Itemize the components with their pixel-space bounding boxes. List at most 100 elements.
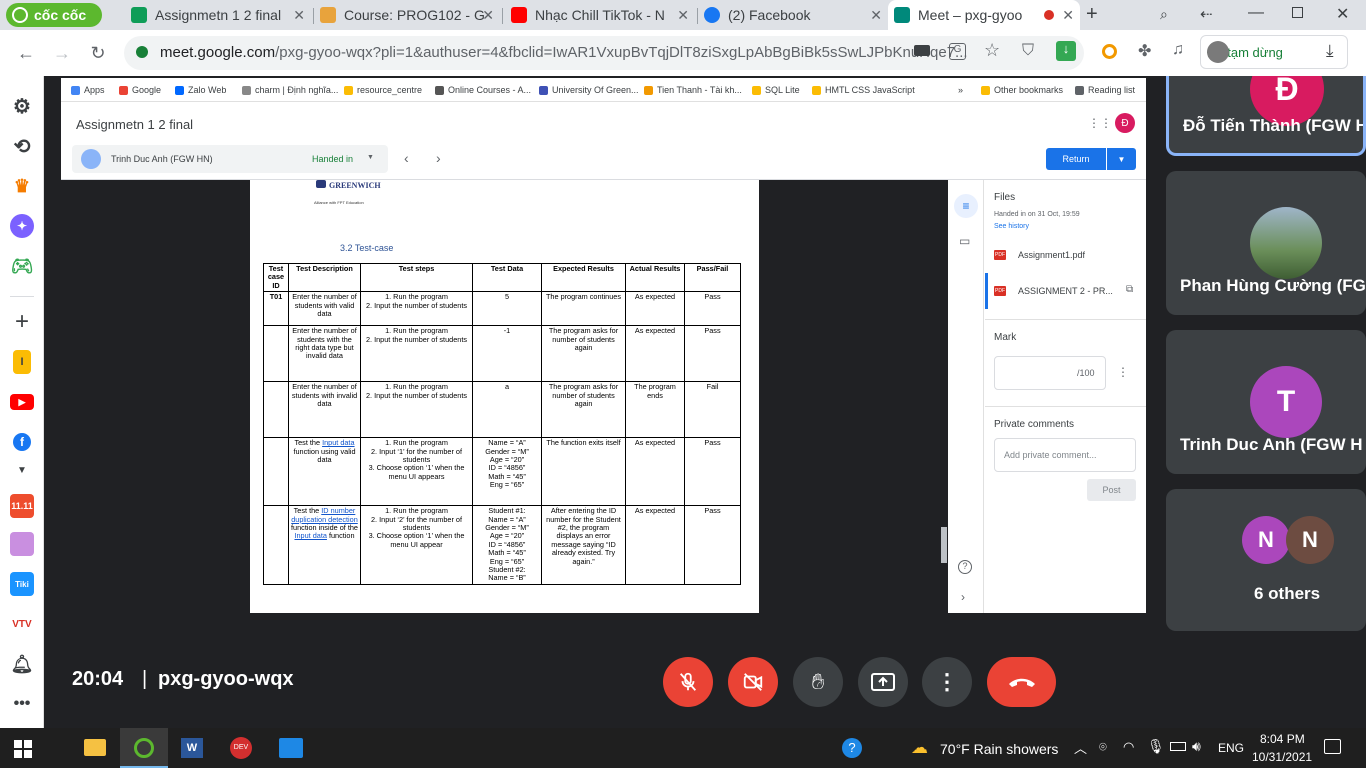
vtv-icon[interactable]: VTV <box>10 612 34 636</box>
url-text[interactable]: meet.google.com/pxg-gyoo-wqx?pli=1&authu… <box>160 44 968 61</box>
present-button[interactable] <box>858 657 908 707</box>
weather-icon[interactable]: ☁ <box>911 738 928 758</box>
participant-tile[interactable]: N N 6 others <box>1166 489 1366 631</box>
close-icon[interactable]: ✕ <box>870 7 882 24</box>
notes-icon[interactable]: I <box>13 350 31 374</box>
bookmark-html-css[interactable]: HMTL CSS JavaScript <box>812 85 915 95</box>
back-button[interactable]: ← <box>12 39 40 67</box>
bookmark-resource[interactable]: resource_centre <box>344 85 422 95</box>
help-icon[interactable]: ? <box>958 560 972 574</box>
return-button[interactable]: Return <box>1046 148 1106 170</box>
avatar[interactable]: Đ <box>1115 113 1135 133</box>
file-explorer-icon[interactable] <box>84 739 106 756</box>
participant-tile[interactable]: T Trinh Duc Anh (FGW H <box>1166 330 1366 474</box>
chevron-down-icon[interactable]: ▼ <box>10 458 34 482</box>
extensions-icon[interactable]: ✤ <box>1138 41 1151 61</box>
youtube-icon[interactable]: ▶ <box>10 394 34 410</box>
see-history-link[interactable]: See history <box>994 223 1029 230</box>
downloads-tray-icon[interactable]: ⤓ <box>1326 41 1334 61</box>
close-window-button[interactable]: ✕ <box>1336 4 1349 24</box>
more-options-button[interactable]: ⋮ <box>922 657 972 707</box>
tab-search-icon[interactable]: ⌕ <box>1160 6 1168 23</box>
close-icon[interactable]: ✕ <box>677 7 689 24</box>
volume-icon[interactable]: 🔊︎ <box>1192 738 1201 755</box>
participant-tile[interactable]: Phan Hùng Cường (FG <box>1166 171 1366 315</box>
files-tab-icon[interactable]: ≡ <box>954 194 978 218</box>
maximize-button[interactable] <box>1292 7 1303 18</box>
raise-hand-button[interactable]: ✋︎ <box>793 657 843 707</box>
minimize-button[interactable]: — <box>1248 4 1264 22</box>
back-history-icon[interactable]: ⇠ <box>1200 5 1213 23</box>
taskbar-date[interactable]: 10/31/2021 <box>1252 750 1312 764</box>
game-icon[interactable]: 🎮︎ <box>10 254 34 278</box>
tray-chevron-icon[interactable]: ︿ <box>1074 738 1087 757</box>
post-button[interactable]: Post <box>1087 479 1136 501</box>
chevron-down-icon[interactable]: ▼ <box>367 154 374 161</box>
expand-panel-icon[interactable]: › <box>961 590 965 604</box>
notifications-icon[interactable] <box>1324 739 1341 754</box>
file-item[interactable]: PDF Assignment1.pdf <box>994 247 1085 263</box>
open-external-icon[interactable]: ⧉ <box>1126 284 1133 295</box>
download-icon[interactable]: ↓ <box>1056 41 1076 61</box>
weather-text[interactable]: 70°F Rain showers <box>940 741 1058 757</box>
comments-tab-icon[interactable]: ▭ <box>959 234 970 248</box>
bookmark-star-icon[interactable]: ☆ <box>984 40 1000 61</box>
bookmark-tien-thanh[interactable]: Tien Thanh - Tài kh... <box>644 85 742 95</box>
scrollbar[interactable] <box>941 527 947 563</box>
bookmark-reading-list[interactable]: Reading list <box>1075 85 1135 95</box>
battery-icon[interactable] <box>1170 742 1186 751</box>
bookmark-charm[interactable]: charm | Định nghĩa... <box>242 85 338 95</box>
tab-youtube[interactable]: Nhạc Chill TikTok - N ✕ <box>505 0 695 30</box>
translate-icon[interactable]: G <box>949 43 966 60</box>
leave-call-button[interactable] <box>987 657 1056 707</box>
return-dropdown-button[interactable]: ▼ <box>1107 148 1136 170</box>
tab-facebook[interactable]: (2) Facebook ✕ <box>698 0 888 30</box>
close-icon[interactable]: ✕ <box>293 7 305 24</box>
bookmark-other[interactable]: Other bookmarks <box>981 85 1063 95</box>
tab-meet[interactable]: Meet – pxg-gyoo ✕ <box>888 0 1080 30</box>
tab-assignment[interactable]: Assignmetn 1 2 final ✕ <box>125 0 311 30</box>
next-student-button[interactable]: › <box>436 150 441 166</box>
more-options-icon[interactable]: ⋮ <box>1117 365 1129 379</box>
shopping-icon[interactable]: 11.11 <box>10 494 34 518</box>
devcpp-icon[interactable]: DEV <box>230 737 252 759</box>
new-tab-button[interactable]: + <box>1086 3 1098 26</box>
participant-tile[interactable]: Đ Đỗ Tiến Thành (FGW H <box>1166 76 1366 156</box>
messenger-icon[interactable]: ✦ <box>10 214 34 238</box>
word-icon[interactable]: W <box>181 738 203 758</box>
notification-bell-icon[interactable]: 🔔︎ <box>10 652 34 676</box>
more-icon[interactable]: ••• <box>10 692 34 716</box>
help-taskbar-icon[interactable]: ? <box>842 738 862 758</box>
forward-button[interactable]: → <box>48 39 76 67</box>
previous-student-button[interactable]: ‹ <box>404 150 409 166</box>
language-indicator[interactable]: ENG <box>1218 741 1244 755</box>
bookmark-university[interactable]: University Of Green... <box>539 85 639 95</box>
browser-logo[interactable]: cốc cốc <box>6 3 102 27</box>
bookmark-apps[interactable]: Apps <box>71 85 105 95</box>
camera-off-button[interactable] <box>728 657 778 707</box>
crown-icon[interactable]: ♛ <box>10 174 34 198</box>
tray-app-icon[interactable]: ⌾ <box>1099 739 1107 755</box>
bookmark-google[interactable]: Google <box>119 85 161 95</box>
history-icon[interactable]: ⟲ <box>10 134 34 158</box>
mic-off-button[interactable] <box>663 657 713 707</box>
shield-icon[interactable]: ⛉ <box>1022 42 1034 60</box>
tiki-icon[interactable]: Tiki <box>10 572 34 596</box>
close-icon[interactable]: ✕ <box>1062 7 1074 24</box>
microphone-icon[interactable]: 🎙︎ <box>1147 738 1165 755</box>
tab-course[interactable]: Course: PROG102 - G ✕ <box>314 0 500 30</box>
taskbar-time[interactable]: 8:04 PM <box>1260 732 1305 746</box>
reload-button[interactable]: ↻ <box>84 39 112 67</box>
media-icon[interactable]: ♫ <box>1172 41 1184 59</box>
photos-icon[interactable] <box>279 738 303 758</box>
add-icon[interactable]: + <box>10 308 34 335</box>
doc-link[interactable]: Input data <box>294 531 326 540</box>
bookmark-sql-lite[interactable]: SQL Lite <box>752 85 800 95</box>
game-avatar-icon[interactable] <box>10 532 34 556</box>
facebook-icon[interactable]: f <box>13 433 31 451</box>
wifi-icon[interactable]: ◠ <box>1123 739 1134 755</box>
camera-icon[interactable] <box>914 45 930 56</box>
settings-icon[interactable]: ⚙ <box>10 94 34 118</box>
coccoc-taskbar-button[interactable] <box>120 728 168 768</box>
close-icon[interactable]: ✕ <box>482 7 494 24</box>
